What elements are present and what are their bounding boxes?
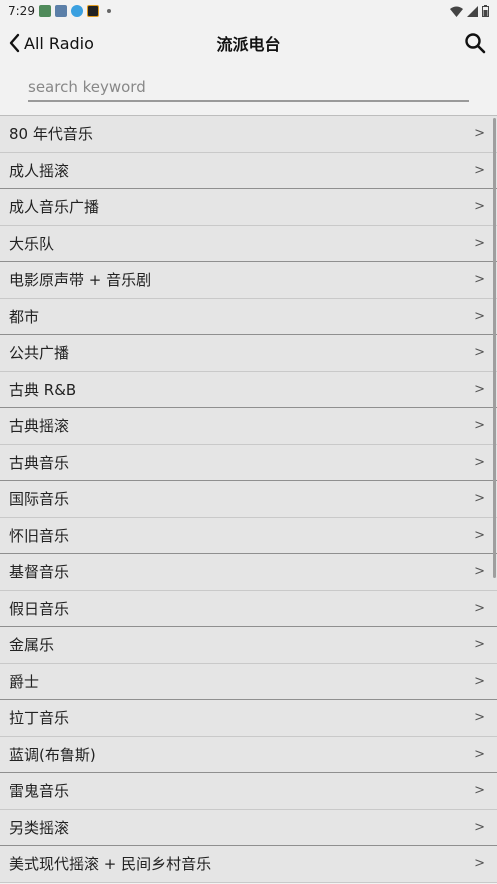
list-item[interactable]: 怀旧音乐 > <box>0 517 497 554</box>
search-button[interactable] <box>461 29 489 57</box>
list-item-label: 美式现代摇滚 + 民间乡村音乐 <box>9 855 212 874</box>
chevron-right-icon: > <box>474 491 485 507</box>
chevron-right-icon: > <box>474 710 485 726</box>
list-item[interactable]: 基督音乐 > <box>0 554 497 591</box>
status-time: 7:29 <box>8 4 35 18</box>
chevron-right-icon: > <box>474 564 485 580</box>
list-item-label: 国际音乐 <box>9 490 70 509</box>
chevron-right-icon: > <box>474 199 485 215</box>
list-item-label: 怀旧音乐 <box>9 526 70 545</box>
list-item[interactable]: 成人摇滚 > <box>0 152 497 189</box>
list-item[interactable]: 国际音乐 > <box>0 481 497 518</box>
app-notification-icon <box>86 5 99 17</box>
status-bar: 7:29 <box>0 0 497 22</box>
battery-icon <box>482 5 489 17</box>
list-item[interactable]: 爵士 > <box>0 663 497 700</box>
browser-notification-icon <box>70 5 83 17</box>
chevron-right-icon: > <box>474 235 485 251</box>
list-item[interactable]: 拉丁音乐 > <box>0 700 497 737</box>
chevron-right-icon: > <box>474 600 485 616</box>
list-item-label: 80 年代音乐 <box>9 125 93 144</box>
chevron-right-icon: > <box>474 746 485 762</box>
chevron-right-icon: > <box>474 126 485 142</box>
list-item[interactable]: 成人音乐广播 > <box>0 189 497 226</box>
chevron-right-icon: > <box>474 308 485 324</box>
list-item[interactable]: 蓝调(布鲁斯) > <box>0 736 497 773</box>
list-item[interactable]: 雷鬼音乐 > <box>0 773 497 810</box>
chevron-right-icon: > <box>474 345 485 361</box>
list-item-label: 成人摇滚 <box>9 161 70 180</box>
chevron-right-icon: > <box>474 783 485 799</box>
list-item-label: 都市 <box>9 307 40 326</box>
chevron-right-icon: > <box>474 454 485 470</box>
list-item-label: 基督音乐 <box>9 563 70 582</box>
back-label: All Radio <box>24 33 94 53</box>
list-item[interactable]: 古典音乐 > <box>0 444 497 481</box>
list-item-label: 古典摇滚 <box>9 417 70 436</box>
list-item[interactable]: 80 年代音乐 > <box>0 116 497 153</box>
list-item-label: 古典音乐 <box>9 453 70 472</box>
list-item[interactable]: 另类摇滚 > <box>0 809 497 846</box>
list-item[interactable]: 电影原声带 + 音乐剧 > <box>0 262 497 299</box>
list-item-label: 大乐队 <box>9 234 55 253</box>
app-notification-icon <box>54 5 67 17</box>
list-item[interactable]: 金属乐 > <box>0 627 497 664</box>
list-item-label: 另类摇滚 <box>9 818 70 837</box>
list-item[interactable]: 公共广播 > <box>0 335 497 372</box>
wifi-icon <box>450 6 463 17</box>
chevron-right-icon: > <box>474 527 485 543</box>
app-bar: All Radio 流派电台 <box>0 22 497 64</box>
list-item[interactable]: 美式现代摇滚 + 民间乡村音乐 > <box>0 846 497 883</box>
signal-icon <box>467 5 478 17</box>
chevron-right-icon: > <box>474 162 485 178</box>
status-left: 7:29 <box>8 4 111 18</box>
list-item[interactable]: 都市 > <box>0 298 497 335</box>
chevron-left-icon <box>9 33 20 53</box>
list-item[interactable]: 假日音乐 > <box>0 590 497 627</box>
app-notification-icon <box>38 5 51 17</box>
search-icon <box>465 33 486 54</box>
chevron-right-icon: > <box>474 418 485 434</box>
search-input[interactable] <box>28 74 469 102</box>
list-item-label: 假日音乐 <box>9 599 70 618</box>
list-item-label: 爵士 <box>9 672 40 691</box>
more-notifications-icon <box>106 9 111 13</box>
chevron-right-icon: > <box>474 819 485 835</box>
list-item-label: 古典 R&B <box>9 380 77 399</box>
list-item[interactable]: 古典 R&B > <box>0 371 497 408</box>
list-item[interactable]: 古典摇滚 > <box>0 408 497 445</box>
chevron-right-icon: > <box>474 637 485 653</box>
chevron-right-icon: > <box>474 272 485 288</box>
list-scrollbar[interactable] <box>493 118 496 578</box>
back-button[interactable]: All Radio <box>8 33 94 53</box>
genre-list: 80 年代音乐 > 成人摇滚 > 成人音乐广播 > 大乐队 > 电影原声带 + 音乐剧 >… <box>0 115 497 884</box>
chevron-right-icon: > <box>474 856 485 872</box>
list-item-label: 成人音乐广播 <box>9 198 100 217</box>
list-item-label: 公共广播 <box>9 344 70 363</box>
chevron-right-icon: > <box>474 673 485 689</box>
chevron-right-icon: > <box>474 381 485 397</box>
list-item-label: 电影原声带 + 音乐剧 <box>9 271 152 290</box>
list-item-label: 蓝调(布鲁斯) <box>9 745 96 764</box>
list-item-label: 雷鬼音乐 <box>9 782 70 801</box>
search-bar <box>0 64 497 112</box>
list-item-label: 拉丁音乐 <box>9 709 70 728</box>
list-item-label: 金属乐 <box>9 636 55 655</box>
status-right <box>450 5 489 17</box>
list-item[interactable]: 大乐队 > <box>0 225 497 262</box>
